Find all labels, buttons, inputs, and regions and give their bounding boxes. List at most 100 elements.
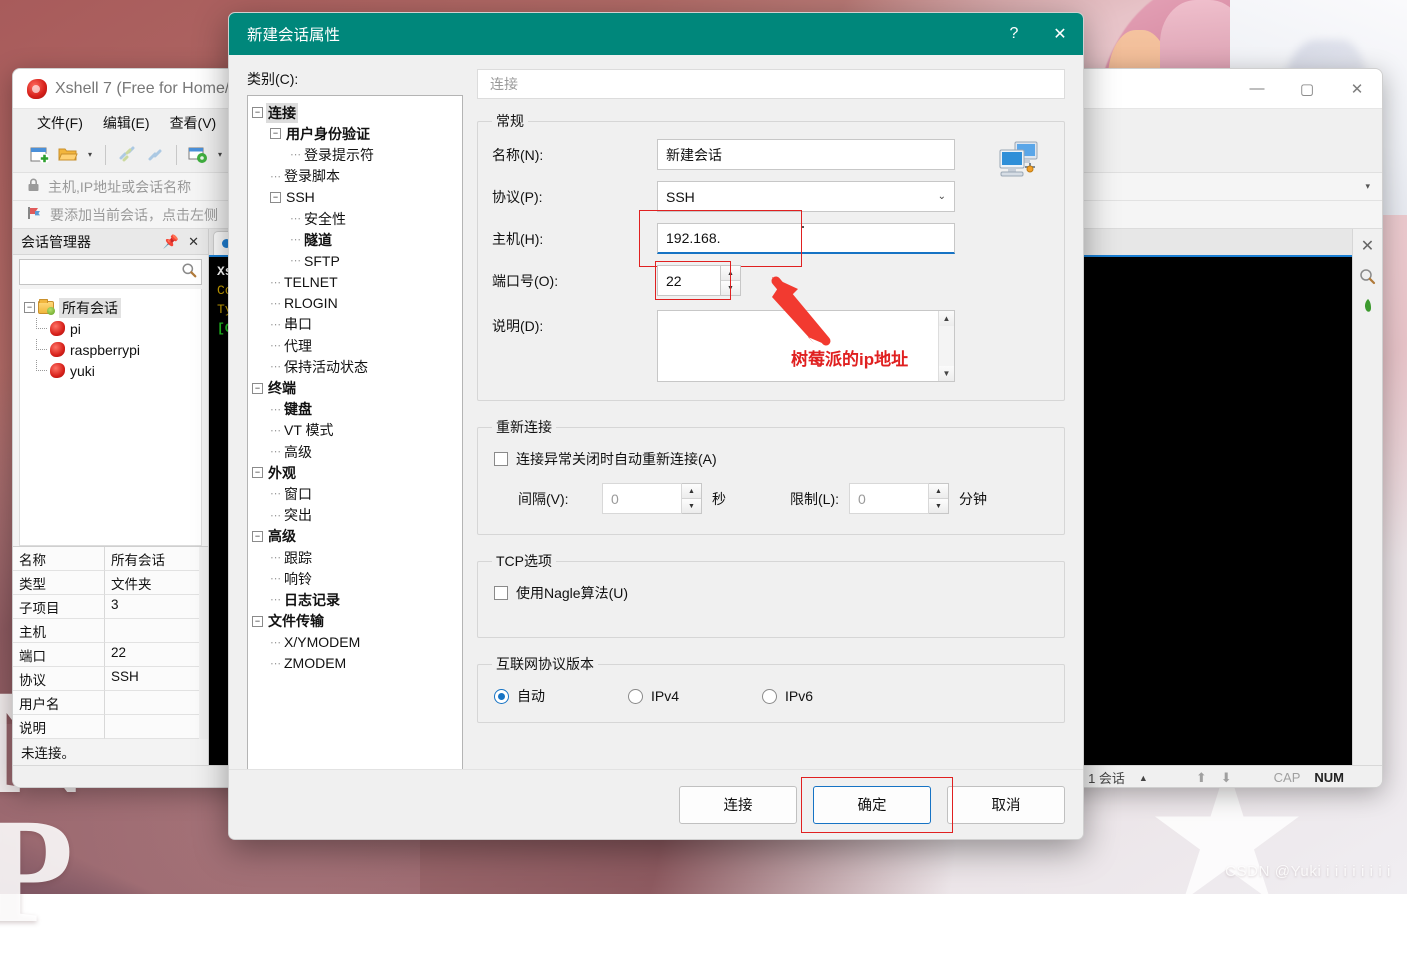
session-item-raspberrypi[interactable]: raspberrypi xyxy=(24,339,197,360)
host-input[interactable]: 192.168. xyxy=(657,223,955,254)
dialog-close-button[interactable]: ✕ xyxy=(1037,13,1083,55)
category-item[interactable]: −连接 xyxy=(252,102,458,123)
menu-view[interactable]: 查看(V) xyxy=(160,110,227,136)
rail-leaf-icon[interactable] xyxy=(1355,293,1381,319)
connect-button[interactable]: 连接 xyxy=(679,786,797,824)
pin-icon[interactable]: 📌 xyxy=(157,234,185,250)
rail-close-icon[interactable]: ✕ xyxy=(1355,233,1381,259)
ip-auto-radio[interactable] xyxy=(494,689,509,704)
category-item[interactable]: ⋯保持活动状态 xyxy=(252,356,458,377)
session-expand-icon[interactable]: ▲ xyxy=(1139,773,1148,783)
category-expander-icon[interactable]: − xyxy=(252,616,263,627)
session-item-pi[interactable]: pi xyxy=(24,318,197,339)
category-item[interactable]: −SSH xyxy=(252,187,458,208)
category-item[interactable]: ⋯窗口 xyxy=(252,483,458,504)
prop-value: 所有会话 xyxy=(105,547,208,571)
menu-edit[interactable]: 编辑(E) xyxy=(93,110,160,136)
category-item[interactable]: −文件传输 xyxy=(252,611,458,632)
nagle-checkbox-row[interactable]: 使用Nagle算法(U) xyxy=(494,583,1050,603)
category-item[interactable]: ⋯键盘 xyxy=(252,399,458,420)
search-icon[interactable] xyxy=(181,262,197,283)
category-item[interactable]: ⋯登录提示符 xyxy=(252,144,458,165)
open-folder-icon[interactable] xyxy=(55,143,81,167)
session-manager-title: 会话管理器 xyxy=(21,232,91,252)
category-item[interactable]: ⋯日志记录 xyxy=(252,589,458,610)
port-decrement-icon[interactable]: ▼ xyxy=(721,280,740,295)
tree-line: ⋯ xyxy=(270,487,280,500)
limit-increment-icon[interactable]: ▲ xyxy=(929,484,948,498)
close-button[interactable]: ✕ xyxy=(1332,69,1382,108)
category-item[interactable]: ⋯跟踪 xyxy=(252,547,458,568)
category-item[interactable]: −终端 xyxy=(252,377,458,398)
category-item[interactable]: ⋯突出 xyxy=(252,505,458,526)
open-folder-dropdown-caret-icon[interactable]: ▾ xyxy=(83,150,97,159)
properties-scrollbar[interactable] xyxy=(199,547,208,739)
port-input[interactable]: 22 xyxy=(657,265,721,296)
category-item[interactable]: ⋯SFTP xyxy=(252,250,458,271)
minimize-button[interactable]: — xyxy=(1232,69,1282,108)
protocol-select[interactable]: SSH ⌄ xyxy=(657,181,955,212)
category-expander-icon[interactable]: − xyxy=(252,383,263,394)
auto-reconnect-checkbox-row[interactable]: 连接异常关闭时自动重新连接(A) xyxy=(494,449,1050,469)
properties-dropdown-caret-icon[interactable]: ▾ xyxy=(213,150,227,159)
auto-reconnect-checkbox[interactable] xyxy=(494,452,508,466)
maximize-button[interactable]: ▢ xyxy=(1282,69,1332,108)
category-expander-icon[interactable]: − xyxy=(252,107,263,118)
category-item[interactable]: ⋯隧道 xyxy=(252,229,458,250)
address-dropdown-caret-icon[interactable]: ▾ xyxy=(1365,181,1370,192)
tree-line: ⋯ xyxy=(270,318,280,331)
rail-search-icon[interactable] xyxy=(1355,263,1381,289)
session-item-yuki[interactable]: yuki xyxy=(24,360,197,381)
root-expander[interactable]: − xyxy=(24,302,35,313)
limit-input[interactable]: 0 xyxy=(849,483,929,514)
ip-version-group: 互联网协议版本 自动 IPv4 IPv6 xyxy=(477,654,1065,723)
category-item[interactable]: ⋯响铃 xyxy=(252,568,458,589)
name-input[interactable]: 新建会话 xyxy=(657,139,955,170)
help-button[interactable]: ? xyxy=(991,13,1037,55)
menu-file[interactable]: 文件(F) xyxy=(27,110,93,136)
category-item[interactable]: −外观 xyxy=(252,462,458,483)
ip-v4-radio-row[interactable]: IPv4 xyxy=(628,688,762,704)
category-item[interactable]: −高级 xyxy=(252,526,458,547)
port-increment-icon[interactable]: ▲ xyxy=(721,266,740,280)
session-tree-root[interactable]: − 所有会话 xyxy=(24,297,197,318)
new-session-icon[interactable] xyxy=(27,143,53,167)
interval-increment-icon[interactable]: ▲ xyxy=(682,484,701,498)
category-item[interactable]: ⋯登录脚本 xyxy=(252,166,458,187)
category-expander-icon[interactable]: − xyxy=(252,531,263,542)
interval-decrement-icon[interactable]: ▼ xyxy=(682,498,701,513)
session-manager-close-icon[interactable]: ✕ xyxy=(185,234,202,250)
session-properties-icon[interactable] xyxy=(185,143,211,167)
ip-v6-radio[interactable] xyxy=(762,689,777,704)
category-item[interactable]: ⋯TELNET xyxy=(252,272,458,293)
disconnect-icon[interactable] xyxy=(114,143,140,167)
category-expander-icon[interactable]: − xyxy=(270,192,281,203)
category-item[interactable]: ⋯ZMODEM xyxy=(252,653,458,674)
category-item[interactable]: ⋯X/YMODEM xyxy=(252,632,458,653)
category-item[interactable]: ⋯RLOGIN xyxy=(252,293,458,314)
category-expander-icon[interactable]: − xyxy=(270,128,281,139)
connect-icon[interactable] xyxy=(142,143,168,167)
category-item[interactable]: −用户身份验证 xyxy=(252,123,458,144)
cancel-button[interactable]: 取消 xyxy=(947,786,1065,824)
category-item-label: ZMODEM xyxy=(282,655,348,671)
category-item[interactable]: ⋯VT 模式 xyxy=(252,420,458,441)
ok-button[interactable]: 确定 xyxy=(813,786,931,824)
nagle-checkbox[interactable] xyxy=(494,586,508,600)
session-search-input[interactable] xyxy=(19,259,202,285)
ip-auto-radio-row[interactable]: 自动 xyxy=(494,686,628,706)
category-item[interactable]: ⋯安全性 xyxy=(252,208,458,229)
category-tree[interactable]: −连接−用户身份验证⋯登录提示符⋯登录脚本−SSH⋯安全性⋯隧道⋯SFTP⋯TE… xyxy=(247,95,463,777)
scroll-down-icon[interactable]: ▼ xyxy=(939,366,954,381)
interval-input[interactable]: 0 xyxy=(602,483,682,514)
protocol-label: 协议(P): xyxy=(492,187,657,207)
category-item[interactable]: ⋯串口 xyxy=(252,314,458,335)
category-expander-icon[interactable]: − xyxy=(252,467,263,478)
category-item[interactable]: ⋯代理 xyxy=(252,335,458,356)
ip-v4-radio[interactable] xyxy=(628,689,643,704)
ip-v6-radio-row[interactable]: IPv6 xyxy=(762,688,813,704)
limit-decrement-icon[interactable]: ▼ xyxy=(929,498,948,513)
description-scrollbar[interactable]: ▲ ▼ xyxy=(938,311,954,381)
scroll-up-icon[interactable]: ▲ xyxy=(939,311,954,326)
category-item[interactable]: ⋯高级 xyxy=(252,441,458,462)
